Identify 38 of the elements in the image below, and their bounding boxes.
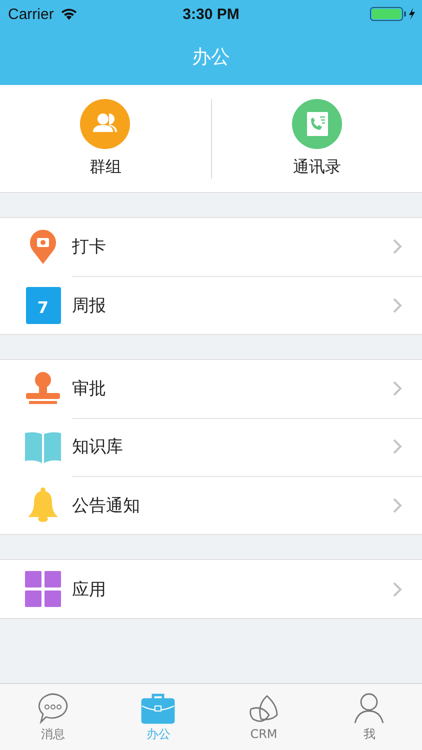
status-time: 3:30 PM [182, 6, 240, 22]
row-label: 公告通知 [72, 494, 141, 516]
location-pin-icon [29, 229, 57, 265]
row-label: 审批 [72, 378, 107, 400]
menu-row[interactable]: 7 周报 [0, 276, 422, 334]
shortcut-label[interactable]: 通讯录 [292, 157, 341, 178]
menu-row[interactable]: 公告通知 [0, 476, 422, 534]
row-label: 应用 [72, 578, 107, 600]
chevron-icon [393, 298, 402, 312]
grid-icon [25, 571, 61, 607]
tab[interactable]: 我 [316, 684, 422, 750]
shortcut-label[interactable]: 群组 [89, 157, 122, 178]
people-icon[interactable] [80, 99, 130, 149]
tab[interactable]: 消息 [0, 684, 106, 750]
menu-row[interactable]: 审批 [0, 360, 422, 418]
chevron-icon [393, 239, 402, 254]
tab[interactable]: CRM [211, 684, 316, 750]
chevron-icon [393, 439, 402, 454]
menu-row[interactable]: 应用 [0, 560, 422, 618]
row-label: 知识库 [72, 436, 124, 458]
page-title: 办公 [192, 44, 230, 70]
person-icon [352, 692, 386, 724]
calendar-icon: 7 [26, 286, 60, 324]
briefcase-icon [141, 692, 176, 724]
row-label: 周报 [72, 294, 107, 316]
stamp-icon [25, 371, 61, 407]
wifi-icon [60, 8, 78, 20]
menu-row[interactable]: 打卡 [0, 218, 422, 276]
carrier-name: Carrier [8, 6, 54, 22]
menu-row[interactable]: 知识库 [0, 418, 422, 476]
battery-icon [370, 7, 416, 21]
book-icon [25, 431, 61, 463]
row-label: 打卡 [72, 236, 107, 258]
chevron-icon [393, 498, 402, 512]
chevron-icon [393, 582, 402, 596]
chevron-icon [393, 381, 402, 396]
chat-bubble-icon [36, 692, 70, 724]
contact-card-icon[interactable] [292, 99, 342, 149]
